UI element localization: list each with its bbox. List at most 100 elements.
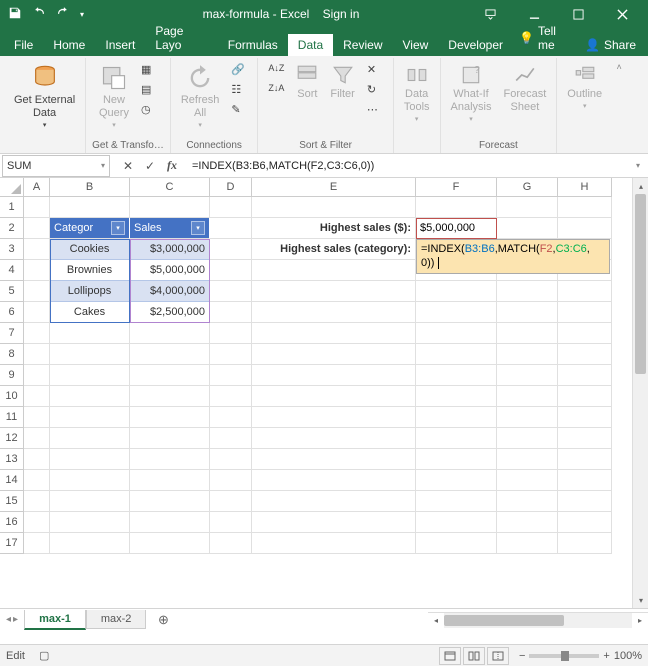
- cell-A10[interactable]: [24, 386, 50, 407]
- scroll-down-icon[interactable]: ▾: [633, 592, 648, 608]
- redo-icon[interactable]: [56, 6, 70, 23]
- add-sheet-button[interactable]: ⊕: [146, 612, 170, 628]
- cell-H13[interactable]: [558, 449, 612, 470]
- cell-B11[interactable]: [50, 407, 130, 428]
- cell-H14[interactable]: [558, 470, 612, 491]
- sheet-tab-2[interactable]: max-2: [86, 610, 147, 629]
- macro-record-icon[interactable]: ▢: [39, 649, 49, 662]
- tell-me[interactable]: 💡Tell me: [513, 20, 577, 56]
- insert-function-button[interactable]: fx: [162, 156, 182, 176]
- cell-E13[interactable]: [252, 449, 416, 470]
- cell-E3[interactable]: Highest sales (category):: [252, 239, 416, 260]
- filter-button[interactable]: Filter: [326, 62, 358, 103]
- cell-D12[interactable]: [210, 428, 252, 449]
- cell-E17[interactable]: [252, 533, 416, 554]
- cell-B16[interactable]: [50, 512, 130, 533]
- cell-F1[interactable]: [416, 197, 497, 218]
- cell-A15[interactable]: [24, 491, 50, 512]
- cell-D10[interactable]: [210, 386, 252, 407]
- cell-H12[interactable]: [558, 428, 612, 449]
- cell-D9[interactable]: [210, 365, 252, 386]
- cell-H8[interactable]: [558, 344, 612, 365]
- cell-A11[interactable]: [24, 407, 50, 428]
- cell-C9[interactable]: [130, 365, 210, 386]
- zoom-slider[interactable]: [529, 654, 599, 658]
- zoom-level[interactable]: 100%: [614, 650, 642, 662]
- cell-C2[interactable]: Sales▾: [130, 218, 210, 239]
- cell-G1[interactable]: [497, 197, 558, 218]
- tab-home[interactable]: Home: [43, 34, 95, 56]
- cell-E11[interactable]: [252, 407, 416, 428]
- tab-insert[interactable]: Insert: [95, 34, 145, 56]
- col-header-E[interactable]: E: [252, 178, 416, 197]
- cell-B8[interactable]: [50, 344, 130, 365]
- cell-A14[interactable]: [24, 470, 50, 491]
- cell-B4[interactable]: Brownies: [50, 260, 130, 281]
- get-external-data-button[interactable]: Get External Data▾: [10, 62, 79, 133]
- cell-F6[interactable]: [416, 302, 497, 323]
- close-button[interactable]: [602, 0, 642, 28]
- cell-B7[interactable]: [50, 323, 130, 344]
- sort-za-button[interactable]: Z↓A: [264, 82, 288, 100]
- cell-B14[interactable]: [50, 470, 130, 491]
- chevron-down-icon[interactable]: ▾: [101, 161, 105, 170]
- scroll-up-icon[interactable]: ▴: [633, 178, 648, 194]
- cell-C16[interactable]: [130, 512, 210, 533]
- cell-H1[interactable]: [558, 197, 612, 218]
- cell-C8[interactable]: [130, 344, 210, 365]
- horizontal-scrollbar[interactable]: ◂ ▸: [428, 612, 648, 628]
- cell-F12[interactable]: [416, 428, 497, 449]
- cell-H2[interactable]: [558, 218, 612, 239]
- row-header-2[interactable]: 2: [0, 218, 24, 239]
- cell-B2[interactable]: Categor▾: [50, 218, 130, 239]
- cell-G12[interactable]: [497, 428, 558, 449]
- from-table-button[interactable]: ▤: [137, 82, 161, 100]
- cell-C3[interactable]: $3,000,000: [130, 239, 210, 260]
- row-header-10[interactable]: 10: [0, 386, 24, 407]
- refresh-all-button[interactable]: Refresh All▾: [177, 62, 224, 133]
- cell-C5[interactable]: $4,000,000: [130, 281, 210, 302]
- cell-G16[interactable]: [497, 512, 558, 533]
- cell-A12[interactable]: [24, 428, 50, 449]
- cell-C15[interactable]: [130, 491, 210, 512]
- share-button[interactable]: 👤Share: [577, 34, 644, 56]
- cancel-formula-button[interactable]: ✕: [118, 156, 138, 176]
- cell-B10[interactable]: [50, 386, 130, 407]
- col-header-H[interactable]: H: [558, 178, 612, 197]
- cell-A1[interactable]: [24, 197, 50, 218]
- cell-B15[interactable]: [50, 491, 130, 512]
- cell-G14[interactable]: [497, 470, 558, 491]
- sheet-tab-1[interactable]: max-1: [24, 610, 86, 630]
- tab-review[interactable]: Review: [333, 34, 392, 56]
- undo-icon[interactable]: [32, 6, 46, 23]
- zoom-in-button[interactable]: +: [603, 650, 609, 662]
- cell-G5[interactable]: [497, 281, 558, 302]
- cell-E4[interactable]: [252, 260, 416, 281]
- row-header-12[interactable]: 12: [0, 428, 24, 449]
- row-header-13[interactable]: 13: [0, 449, 24, 470]
- advanced-button[interactable]: ⋯: [363, 102, 387, 120]
- zoom-out-button[interactable]: −: [519, 650, 525, 662]
- cell-H10[interactable]: [558, 386, 612, 407]
- column-headers[interactable]: ABCDEFGH: [24, 178, 612, 197]
- col-header-B[interactable]: B: [50, 178, 130, 197]
- cell-C17[interactable]: [130, 533, 210, 554]
- ribbon-options-icon[interactable]: [470, 0, 510, 28]
- row-header-17[interactable]: 17: [0, 533, 24, 554]
- accept-formula-button[interactable]: ✓: [140, 156, 160, 176]
- cell-E9[interactable]: [252, 365, 416, 386]
- cell-H15[interactable]: [558, 491, 612, 512]
- sheet-next-icon[interactable]: ▸: [13, 614, 18, 625]
- edit-links-button[interactable]: ✎: [227, 102, 251, 120]
- row-header-16[interactable]: 16: [0, 512, 24, 533]
- name-box[interactable]: SUM▾: [2, 155, 110, 177]
- cell-E1[interactable]: [252, 197, 416, 218]
- col-header-A[interactable]: A: [24, 178, 50, 197]
- cell-F7[interactable]: [416, 323, 497, 344]
- recent-sources-button[interactable]: ◷: [137, 102, 161, 120]
- cell-E10[interactable]: [252, 386, 416, 407]
- scroll-right-icon[interactable]: ▸: [632, 613, 648, 629]
- cell-H6[interactable]: [558, 302, 612, 323]
- sort-az-button[interactable]: A↓Z: [264, 62, 288, 80]
- formula-input[interactable]: =INDEX(B3:B6,MATCH(F2,C3:C6,0)): [188, 160, 632, 172]
